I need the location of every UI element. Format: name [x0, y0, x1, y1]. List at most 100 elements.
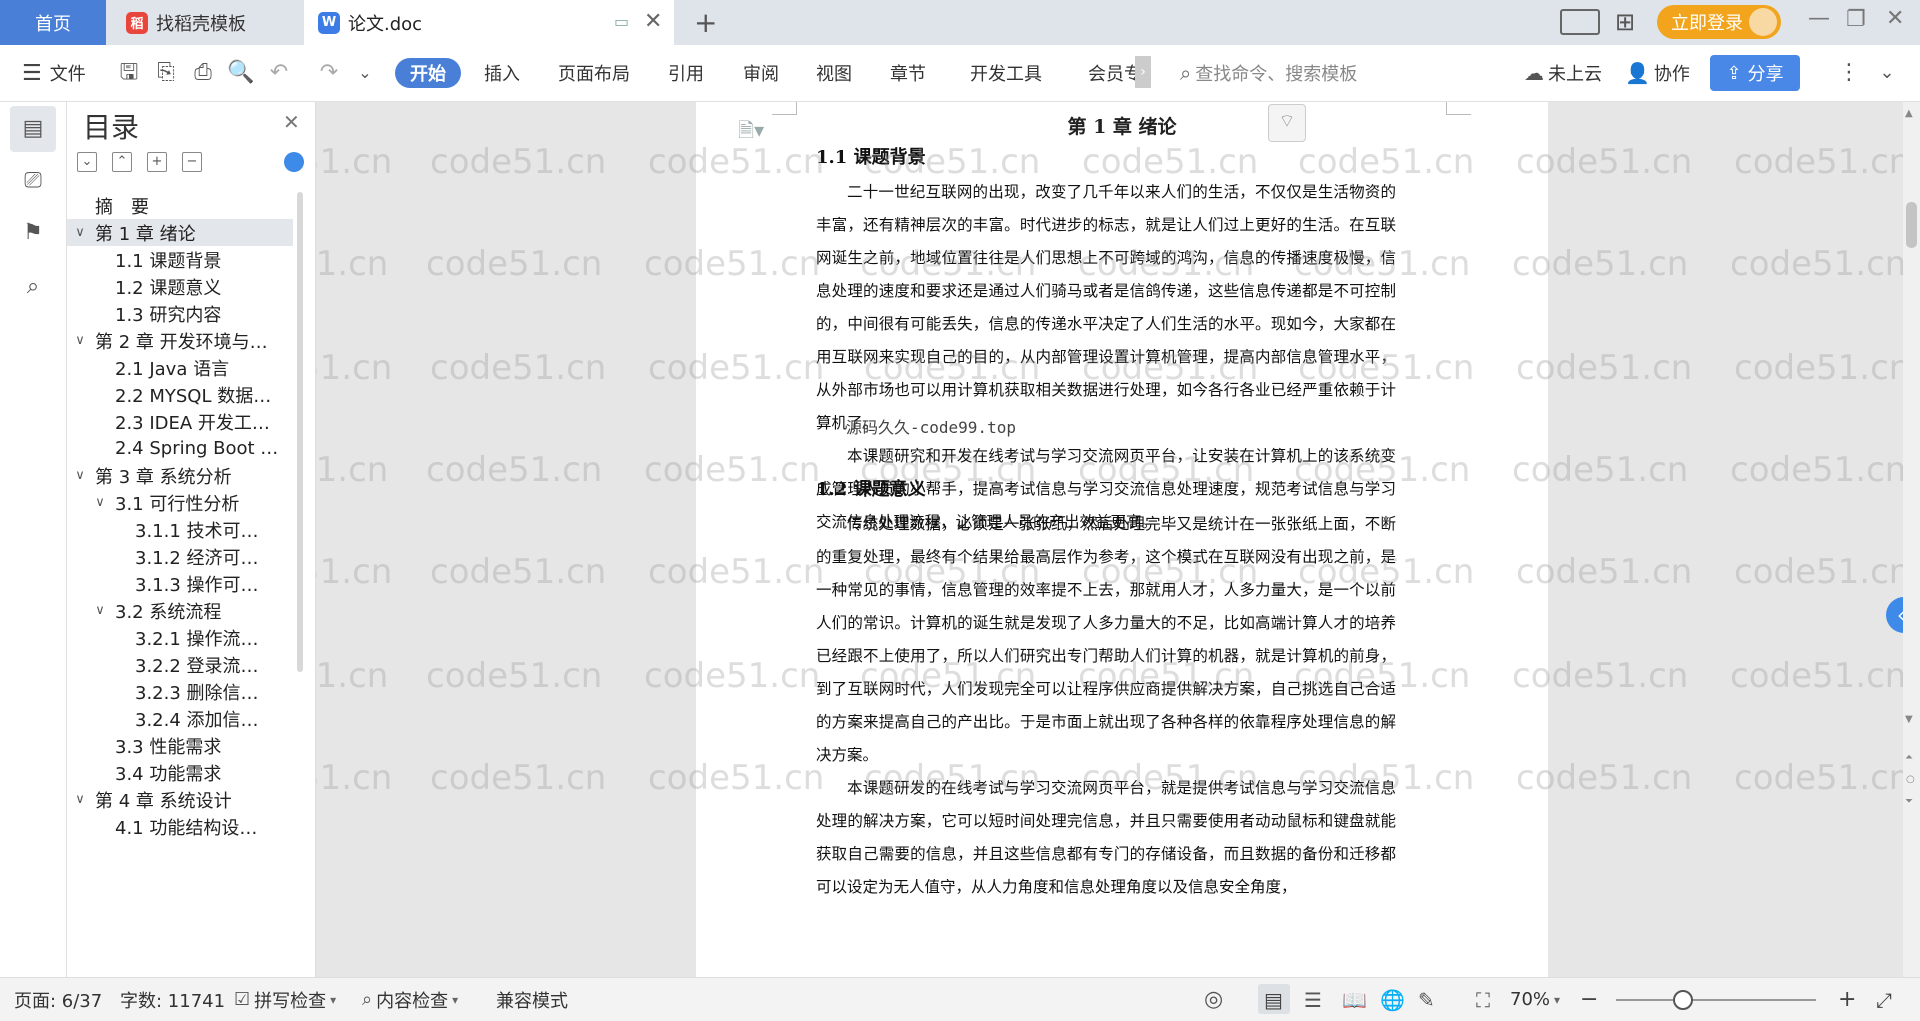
- document-page[interactable]: 🗎▾ 第 1 章 绪论 1.1 课题背景 二十一世纪互联网的出现，改变了几千年以…: [696, 102, 1548, 977]
- collapse-ribbon-icon[interactable]: ⌄: [1874, 60, 1900, 86]
- tab-templates[interactable]: 稻 找稻壳模板: [112, 0, 300, 45]
- toc-item[interactable]: ∨ 第 4 章 系统设计: [67, 786, 293, 813]
- eye-protection-icon[interactable]: ◎: [1204, 978, 1223, 1021]
- zoom-slider-thumb[interactable]: [1673, 990, 1693, 1010]
- content-check[interactable]: ⌕ 内容检查 ▾: [362, 978, 458, 1021]
- window-float-icon[interactable]: ▭: [614, 12, 629, 31]
- write-mode-icon[interactable]: ✎: [1418, 978, 1435, 1021]
- fit-page-icon[interactable]: ⛶: [1476, 978, 1490, 1021]
- word-count[interactable]: 字数: 11741: [120, 978, 225, 1021]
- window-close-icon[interactable]: ✕: [1886, 6, 1904, 31]
- toc-item[interactable]: ∨ 第 3 章 系统分析: [67, 462, 293, 489]
- menu-developer[interactable]: 开发工具: [970, 45, 1042, 101]
- page-indicator[interactable]: 页面: 6/37: [14, 978, 102, 1021]
- collapse-all-icon[interactable]: ⌃: [112, 152, 132, 172]
- toc-item[interactable]: 1.3 研究内容: [67, 300, 293, 327]
- toc-item[interactable]: 3.3 性能需求: [67, 732, 293, 759]
- quick-access-dropdown-icon[interactable]: ⌄: [352, 60, 378, 86]
- toc-item[interactable]: 1.1 课题背景: [67, 246, 293, 273]
- toc-item[interactable]: ∨ 第 1 章 绪论: [67, 219, 293, 246]
- close-tab-icon[interactable]: ✕: [644, 9, 662, 34]
- menu-page-layout[interactable]: 页面布局: [558, 45, 630, 101]
- export-pdf-icon[interactable]: ⎘: [153, 60, 179, 86]
- undo-icon[interactable]: ↶: [266, 60, 292, 86]
- toc-item[interactable]: 摘 要: [67, 192, 293, 219]
- bookmark-icon[interactable]: ⚑: [18, 218, 48, 248]
- document-scrollbar[interactable]: ▲ ▼ ⏶ ○ ⏷: [1903, 102, 1920, 977]
- scroll-thumb[interactable]: [1906, 202, 1917, 248]
- toc-item[interactable]: 4.1 功能结构设…: [67, 813, 293, 840]
- menu-review[interactable]: 审阅: [743, 45, 779, 101]
- toc-item[interactable]: 2.1 Java 语言: [67, 354, 293, 381]
- toc-item[interactable]: 3.2.3 删除信…: [67, 678, 293, 705]
- toc-item[interactable]: ∨ 3.1 可行性分析: [67, 489, 293, 516]
- select-browse-icon[interactable]: ○: [1906, 774, 1915, 785]
- file-menu[interactable]: ☰ 文件: [22, 45, 86, 101]
- toc-item[interactable]: 3.2.2 登录流…: [67, 651, 293, 678]
- fullscreen-icon[interactable]: ⤢: [1876, 978, 1892, 1021]
- toc-scrollbar[interactable]: [297, 192, 303, 672]
- toc-item[interactable]: ∨ 第 2 章 开发环境与…: [67, 327, 293, 354]
- print-preview-icon[interactable]: 🔍: [227, 60, 254, 86]
- expand-all-icon[interactable]: ⌄: [77, 152, 97, 172]
- toc-item[interactable]: 3.4 功能需求: [67, 759, 293, 786]
- menu-insert[interactable]: 插入: [484, 45, 520, 101]
- remove-heading-icon[interactable]: −: [182, 152, 202, 172]
- zoom-in-icon[interactable]: +: [1838, 978, 1856, 1021]
- toc-item[interactable]: 3.1.3 操作可…: [67, 570, 293, 597]
- expanded-chevron-icon[interactable]: ∨: [71, 225, 89, 240]
- menu-start[interactable]: 开始: [395, 58, 461, 88]
- more-options-icon[interactable]: ⋮: [1836, 60, 1862, 86]
- menu-references[interactable]: 引用: [668, 45, 704, 101]
- toc-item[interactable]: 2.3 IDEA 开发工…: [67, 408, 293, 435]
- zoom-slider[interactable]: [1616, 999, 1816, 1001]
- ai-assistant-icon[interactable]: [284, 152, 304, 172]
- expanded-chevron-icon[interactable]: ∨: [71, 792, 89, 807]
- tab-document[interactable]: W 论文.doc ▭ ✕: [304, 0, 674, 45]
- side-panel-toggle-icon[interactable]: ⌔: [1268, 104, 1306, 142]
- toc-item[interactable]: 3.1.2 经济可…: [67, 543, 293, 570]
- menu-view[interactable]: 视图: [816, 45, 852, 101]
- toc-item[interactable]: ∨ 3.2 系统流程: [67, 597, 293, 624]
- collab-button[interactable]: 👤 协作: [1625, 45, 1690, 101]
- read-mode-icon[interactable]: 📖: [1342, 978, 1367, 1021]
- expanded-chevron-icon[interactable]: ∨: [71, 468, 89, 483]
- command-search[interactable]: ⌕ 查找命令、搜索模板: [1180, 45, 1357, 101]
- zoom-level[interactable]: 70% ▾: [1510, 978, 1560, 1021]
- share-button[interactable]: ⇪ 分享: [1710, 55, 1800, 91]
- spell-check[interactable]: ☑ 拼写检查 ▾: [234, 978, 336, 1021]
- close-toc-icon[interactable]: ✕: [283, 110, 300, 134]
- toc-item[interactable]: 3.1.1 技术可…: [67, 516, 293, 543]
- next-page-icon[interactable]: ⏷: [1905, 796, 1913, 807]
- outline-view-icon[interactable]: ☰: [1304, 978, 1322, 1021]
- expand-right-panel-icon[interactable]: ‹: [1886, 597, 1903, 633]
- scroll-down-icon[interactable]: ▼: [1905, 714, 1913, 725]
- zoom-out-icon[interactable]: −: [1580, 978, 1598, 1021]
- save-icon[interactable]: 🖫: [116, 60, 142, 86]
- minimize-icon[interactable]: —: [1808, 6, 1830, 31]
- scroll-up-icon[interactable]: ▲: [1905, 108, 1913, 119]
- page-view-icon[interactable]: ▤: [1264, 978, 1283, 1021]
- menu-member[interactable]: 会员专: [1088, 45, 1142, 101]
- add-heading-icon[interactable]: +: [147, 152, 167, 172]
- apps-grid-icon[interactable]: ⊞: [1615, 8, 1635, 36]
- expanded-chevron-icon[interactable]: ∨: [91, 603, 109, 618]
- tab-home[interactable]: 首页: [0, 0, 106, 45]
- menu-more-icon[interactable]: ›: [1135, 56, 1151, 88]
- restore-icon[interactable]: ❐: [1846, 7, 1866, 32]
- new-tab-button[interactable]: +: [694, 6, 717, 39]
- find-icon[interactable]: ⌕: [18, 272, 48, 302]
- cloud-status[interactable]: ☁ 未上云: [1524, 45, 1602, 101]
- toc-item[interactable]: 2.4 Spring Boot …: [67, 435, 293, 462]
- toc-item[interactable]: 1.2 课题意义: [67, 273, 293, 300]
- expanded-chevron-icon[interactable]: ∨: [91, 495, 109, 510]
- chapter-nav-icon[interactable]: ⎚: [18, 166, 48, 196]
- menu-chapter[interactable]: 章节: [890, 45, 926, 101]
- redo-icon[interactable]: ↷: [316, 60, 342, 86]
- toc-item[interactable]: 3.2.4 添加信…: [67, 705, 293, 732]
- toc-item[interactable]: 3.2.1 操作流…: [67, 624, 293, 651]
- prev-page-icon[interactable]: ⏶: [1905, 752, 1913, 763]
- expanded-chevron-icon[interactable]: ∨: [71, 333, 89, 348]
- print-icon[interactable]: ⎙: [190, 60, 216, 86]
- toc-nav-icon[interactable]: ▤: [18, 114, 48, 144]
